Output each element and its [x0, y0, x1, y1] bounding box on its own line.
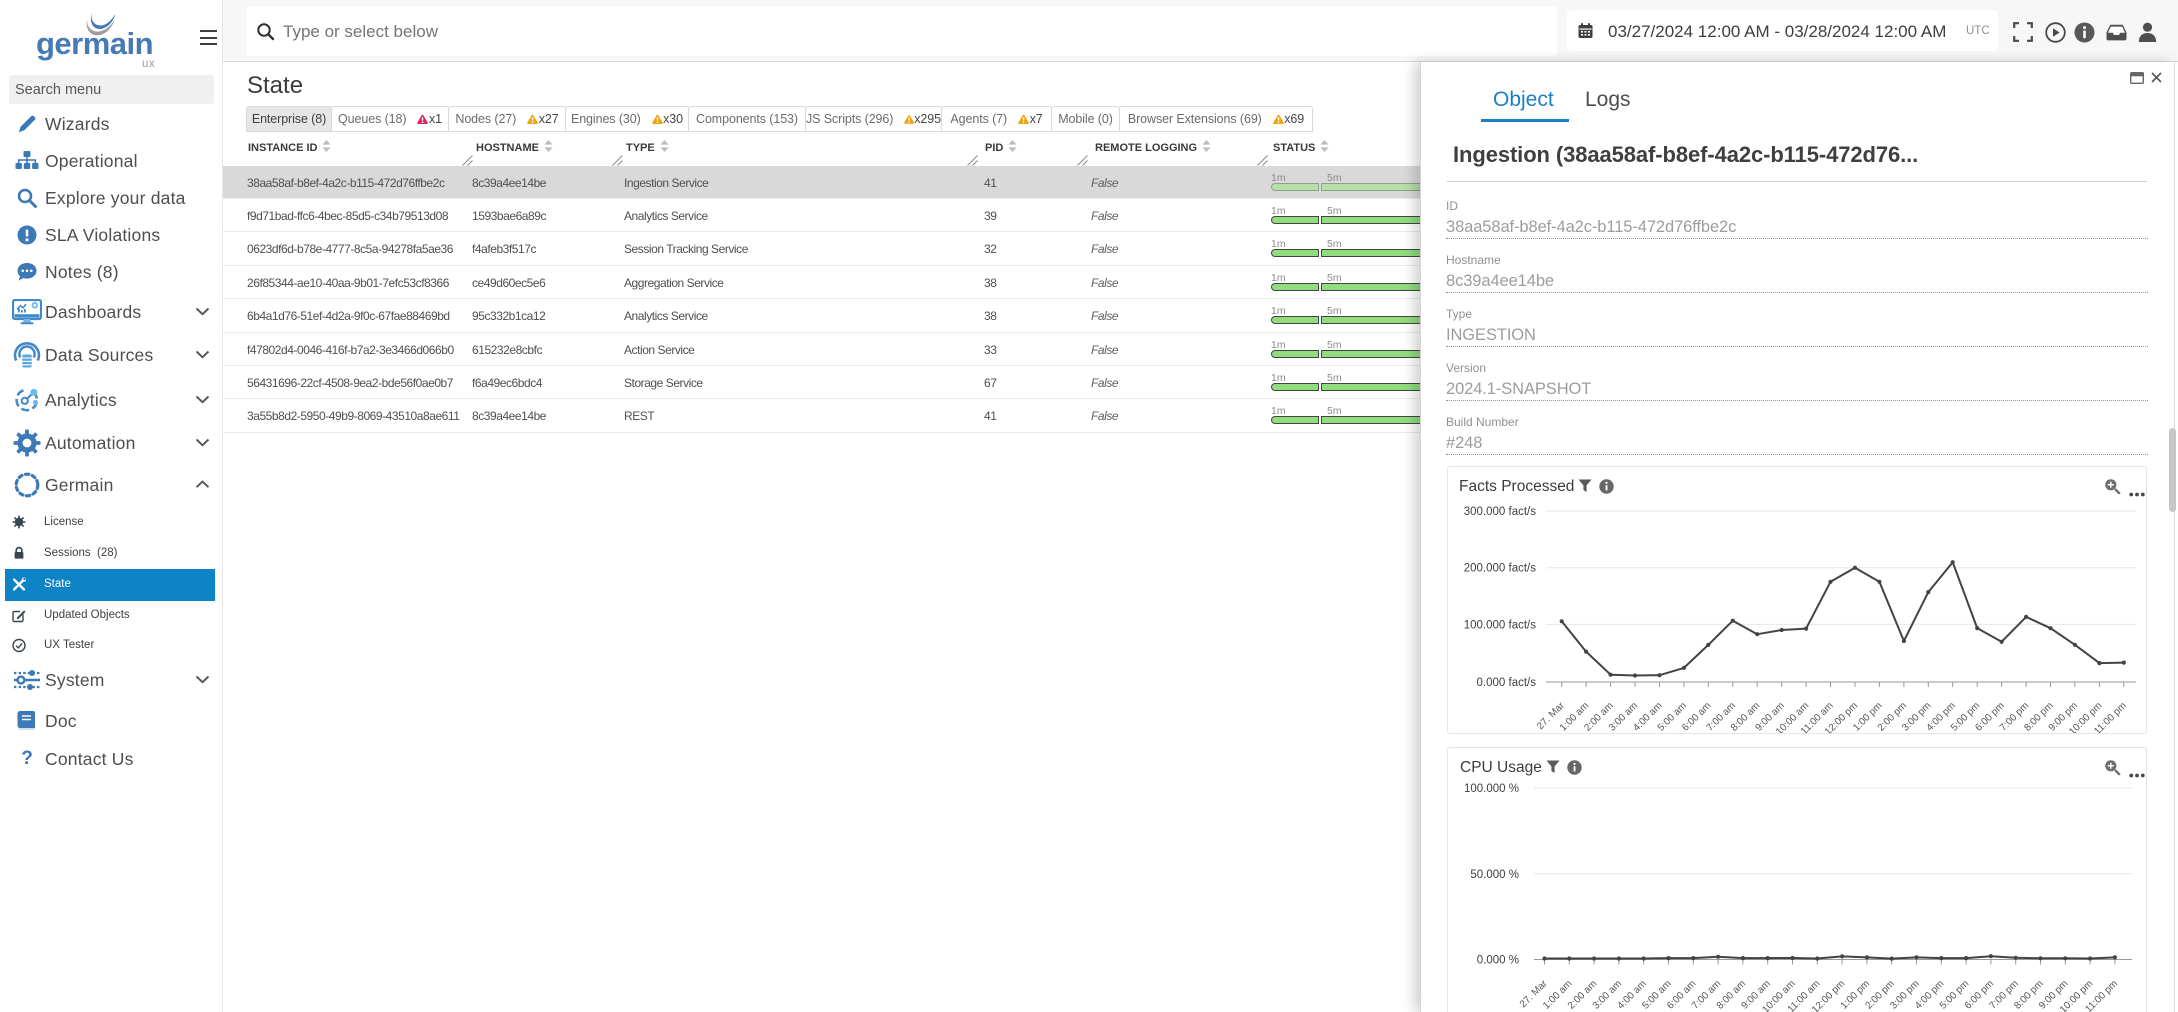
svg-text:100.000 %: 100.000 %: [1464, 783, 1519, 795]
svg-text:300.000 fact/s: 300.000 fact/s: [1464, 506, 1536, 518]
svg-text:0.000 fact/s: 0.000 fact/s: [1477, 677, 1537, 689]
svg-text:200.000 fact/s: 200.000 fact/s: [1464, 563, 1536, 575]
svg-text:50.000 %: 50.000 %: [1470, 869, 1519, 881]
svg-text:100.000 fact/s: 100.000 fact/s: [1464, 619, 1536, 631]
svg-text:0.000 %: 0.000 %: [1477, 955, 1519, 967]
